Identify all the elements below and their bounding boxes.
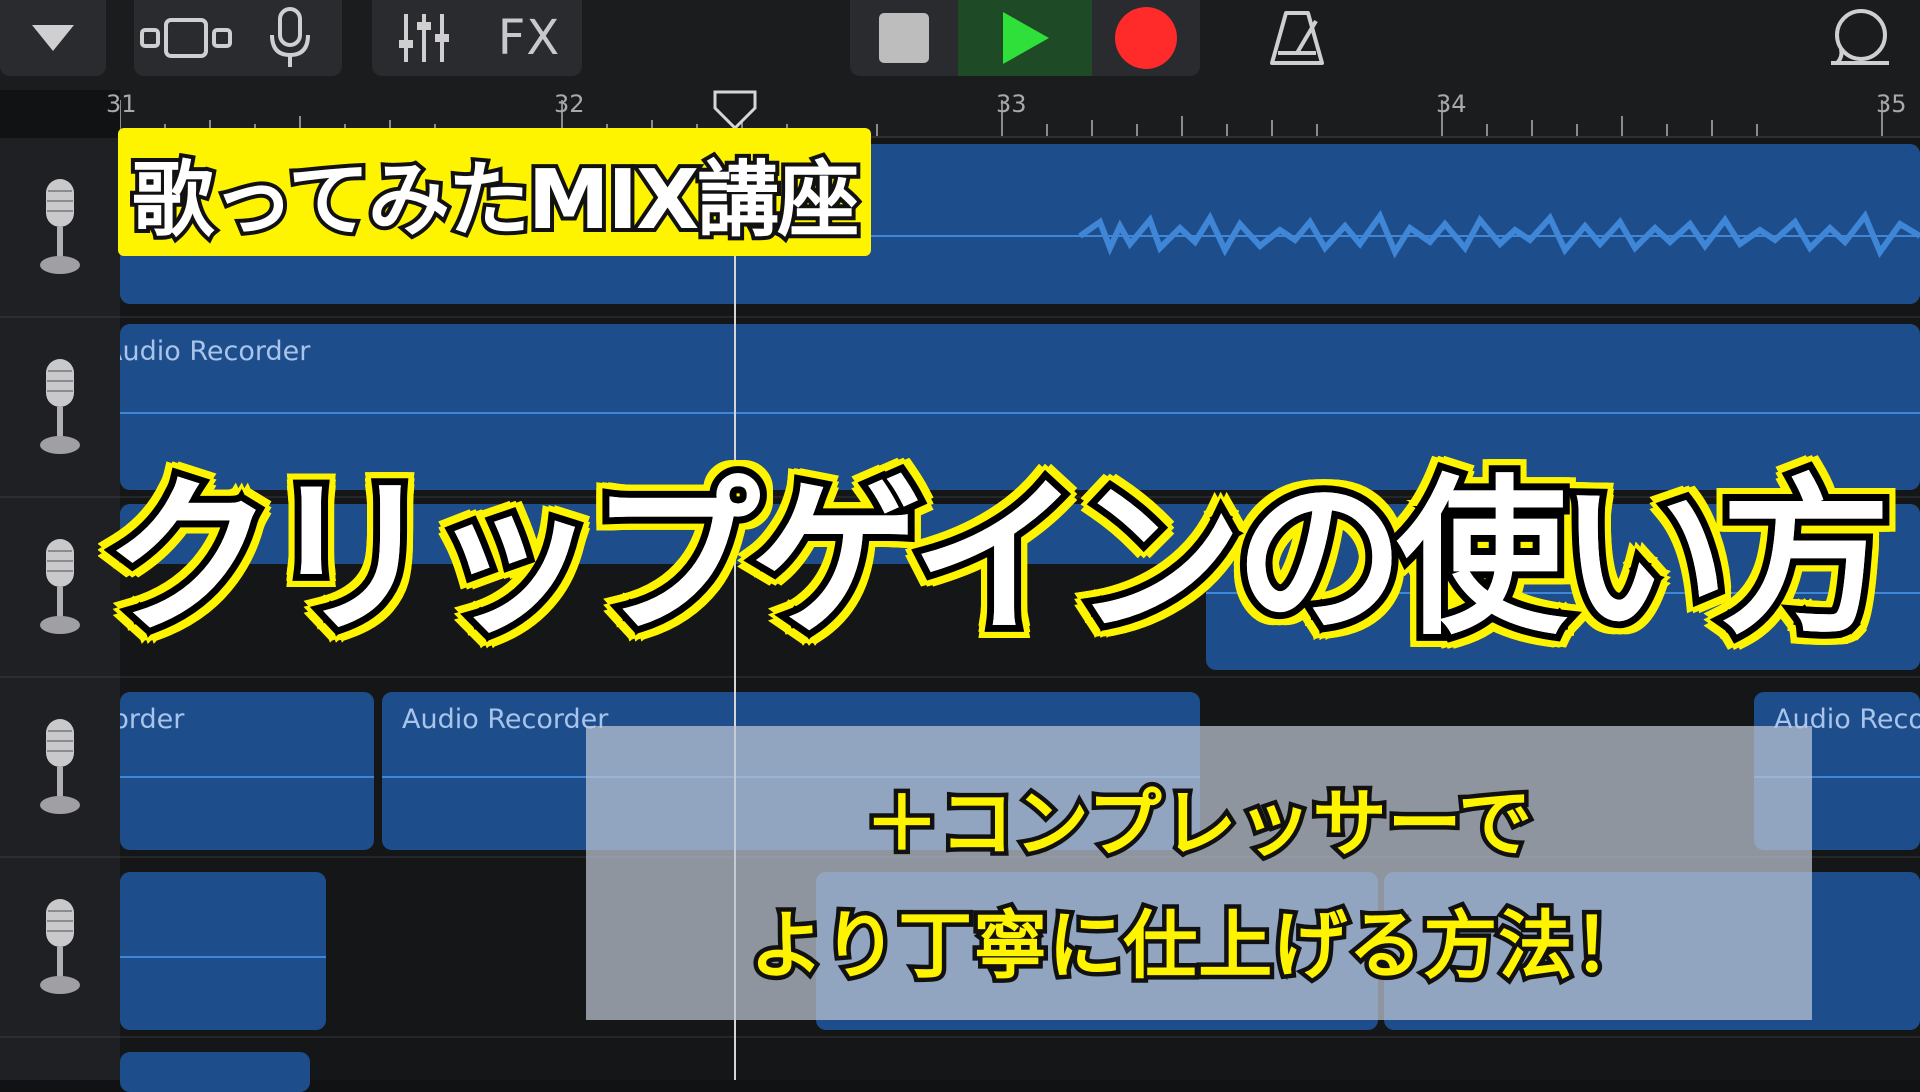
ruler-bar-35: 35 bbox=[1876, 90, 1907, 118]
track-header[interactable] bbox=[0, 498, 120, 678]
microphone-icon bbox=[40, 179, 80, 274]
microphone-icon bbox=[40, 899, 80, 994]
region-label: Audio Recorder bbox=[402, 704, 609, 735]
region-label: Audio Recorder bbox=[120, 704, 185, 735]
region-label: Audio Recorder bbox=[120, 336, 311, 367]
microphone-icon bbox=[40, 719, 80, 814]
ruler-bar-31: 31 bbox=[106, 90, 137, 118]
audio-region[interactable]: Audio Recorder bbox=[120, 692, 374, 850]
lane-divider bbox=[120, 676, 1920, 678]
transport-group bbox=[850, 0, 1200, 76]
track-header[interactable] bbox=[0, 678, 120, 858]
control-bar: FX bbox=[0, 0, 1920, 90]
microphone-icon bbox=[40, 359, 80, 454]
stop-button[interactable] bbox=[850, 0, 958, 76]
ruler-bar-33: 33 bbox=[996, 90, 1027, 118]
subtitle-line-2: より丁寧に仕上げる方法！ bbox=[745, 899, 1652, 994]
audio-region[interactable] bbox=[120, 872, 326, 1030]
series-badge: 歌ってみたMIX講座 bbox=[118, 128, 872, 256]
lane-divider bbox=[120, 316, 1920, 318]
browser-view-icon[interactable] bbox=[134, 0, 238, 76]
track-menu-group bbox=[0, 0, 106, 76]
waveform bbox=[120, 956, 326, 958]
loop-icon[interactable] bbox=[1820, 0, 1900, 76]
microphone-icon[interactable] bbox=[238, 0, 342, 76]
chevron-down-icon[interactable] bbox=[0, 0, 106, 76]
ruler-bar-34: 34 bbox=[1436, 90, 1467, 118]
play-icon bbox=[1003, 12, 1049, 64]
view-controls-group bbox=[134, 0, 342, 76]
play-button[interactable] bbox=[958, 0, 1092, 76]
playhead-handle[interactable] bbox=[713, 90, 757, 130]
mixer-icon[interactable] bbox=[372, 0, 476, 76]
headline: クリップゲインの使い方 bbox=[97, 453, 1898, 665]
record-icon bbox=[1115, 7, 1177, 69]
ruler-bar-32: 32 bbox=[554, 90, 585, 118]
stop-icon bbox=[879, 13, 929, 63]
track-headers bbox=[0, 138, 120, 1080]
subtitle-panel: ＋コンプレッサーで より丁寧に仕上げる方法！ bbox=[586, 726, 1812, 1020]
track-header[interactable] bbox=[0, 858, 120, 1038]
waveform bbox=[120, 412, 1920, 414]
fx-button[interactable]: FX bbox=[476, 0, 582, 76]
record-button[interactable] bbox=[1092, 0, 1200, 76]
track-header[interactable] bbox=[0, 318, 120, 498]
mix-controls-group: FX bbox=[372, 0, 582, 76]
microphone-icon bbox=[40, 539, 80, 634]
lane-divider bbox=[120, 1036, 1920, 1038]
subtitle-line-1: ＋コンプレッサーで bbox=[860, 777, 1536, 872]
fx-label: FX bbox=[497, 10, 561, 66]
audio-region[interactable] bbox=[120, 1052, 310, 1092]
metronome-icon[interactable] bbox=[1262, 0, 1332, 76]
track-header[interactable] bbox=[0, 138, 120, 318]
waveform bbox=[120, 776, 374, 778]
series-title: 歌ってみたMIX講座 bbox=[128, 149, 863, 252]
